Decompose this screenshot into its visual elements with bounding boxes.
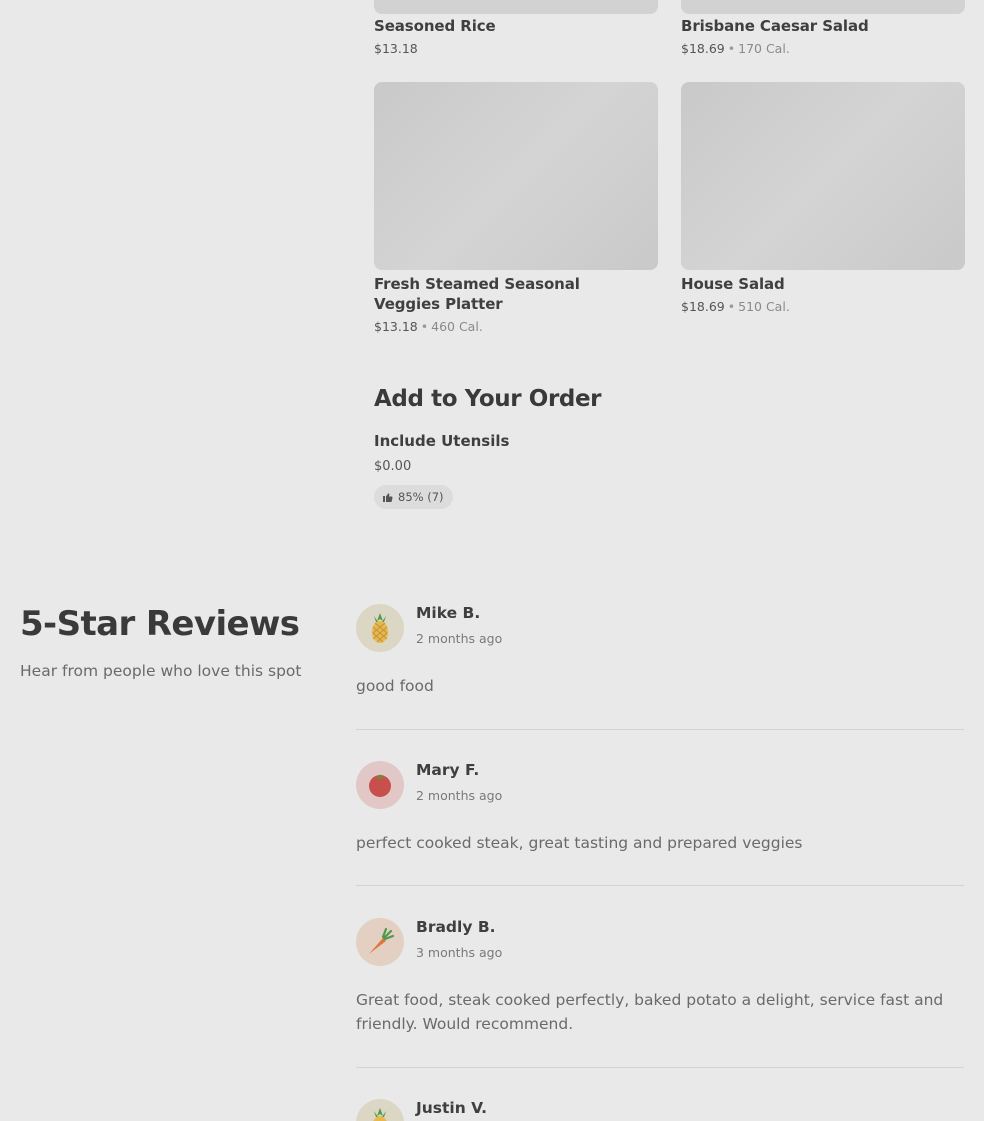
- separator: •: [420, 319, 429, 334]
- calories: 170 Cal.: [738, 41, 790, 56]
- separator: •: [727, 299, 736, 314]
- price: $13.18: [374, 319, 418, 334]
- reviews-subtitle: Hear from people who love this spot: [20, 662, 302, 680]
- menu-item-image[interactable]: [681, 0, 965, 14]
- review-text: good food: [356, 677, 434, 695]
- avatar: [356, 918, 404, 966]
- menu-item-name[interactable]: House Salad: [681, 274, 785, 294]
- divider: [356, 885, 964, 886]
- menu-item-image[interactable]: [374, 0, 658, 14]
- menu-item-image[interactable]: [681, 82, 965, 270]
- reviewer-name: Mike B.: [416, 604, 481, 622]
- menu-item-price: $18.69 • 510 Cal.: [681, 299, 790, 315]
- reviewer-name: Mary F.: [416, 761, 480, 779]
- avatar: [356, 761, 404, 809]
- menu-item-name[interactable]: Fresh Steamed Seasonal Veggies Platter: [374, 274, 644, 314]
- avatar: [356, 1099, 404, 1121]
- pineapple-icon: [373, 1108, 387, 1121]
- menu-item-name[interactable]: Brisbane Caesar Salad: [681, 16, 869, 36]
- menu-item-image[interactable]: [374, 82, 658, 270]
- rating-text: 85% (7): [398, 490, 444, 504]
- thumbs-up-icon: [383, 493, 393, 503]
- review-text: perfect cooked steak, great tasting and …: [356, 834, 803, 852]
- rating-badge: 85% (7): [374, 485, 453, 509]
- add-to-order-title: Add to Your Order: [374, 386, 602, 412]
- utensils-item-price: $0.00: [374, 459, 412, 474]
- calories: 510 Cal.: [738, 299, 790, 314]
- price: $13.18: [374, 41, 418, 56]
- avatar: [356, 604, 404, 652]
- menu-item-price: $13.18 • 460 Cal.: [374, 319, 483, 335]
- carrot-icon: [369, 927, 395, 954]
- review-text: Great food, steak cooked perfectly, bake…: [356, 991, 944, 1033]
- review-date: 2 months ago: [416, 788, 503, 803]
- review-date: 3 months ago: [416, 945, 503, 960]
- price: $18.69: [681, 41, 725, 56]
- tomato-icon: [369, 774, 391, 797]
- reviews-title: 5-Star Reviews: [20, 604, 300, 644]
- menu-item-price: $18.69 • 170 Cal.: [681, 41, 790, 57]
- reviewer-name: Bradly B.: [416, 918, 496, 936]
- reviewer-name: Justin V.: [416, 1099, 488, 1117]
- divider: [356, 729, 964, 730]
- separator: •: [727, 41, 736, 56]
- menu-item-price: $13.18: [374, 41, 418, 57]
- divider: [356, 1067, 964, 1068]
- pineapple-icon: [372, 613, 388, 643]
- price: $18.69: [681, 299, 725, 314]
- calories: 460 Cal.: [431, 319, 483, 334]
- menu-item-name[interactable]: Seasoned Rice: [374, 16, 496, 36]
- review-date: 2 months ago: [416, 631, 503, 646]
- utensils-item-name[interactable]: Include Utensils: [374, 432, 509, 450]
